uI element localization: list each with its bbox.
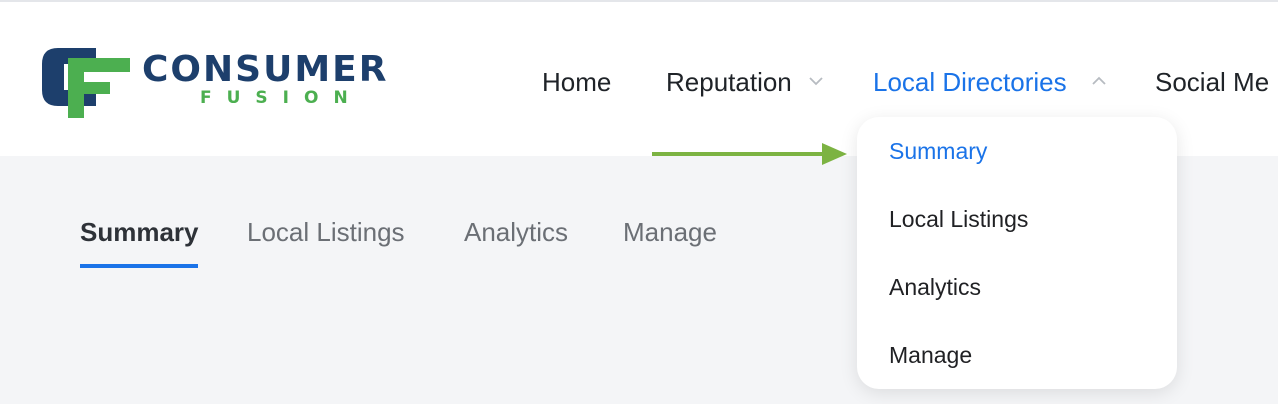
- logo-wordmark-fusion: FUSION: [200, 88, 363, 108]
- tab-label: Analytics: [464, 217, 569, 247]
- tab-analytics[interactable]: Analytics: [464, 212, 568, 252]
- chevron-down-icon: [809, 77, 823, 86]
- tab-summary[interactable]: Summary: [80, 212, 199, 252]
- arrow-right-icon: [652, 143, 847, 165]
- local-directories-dropdown-menu: Summary Local Listings Analytics Manage: [857, 117, 1177, 389]
- nav-item-label: Reputation: [666, 67, 792, 97]
- dropdown-item-label: Local Listings: [889, 206, 1029, 232]
- chevron-up-icon: [1092, 76, 1106, 85]
- nav-item-reputation[interactable]: Reputation: [666, 62, 823, 102]
- tab-label: Summary: [80, 217, 199, 247]
- dropdown-item-manage[interactable]: Manage: [889, 337, 972, 373]
- tab-label: Local Listings: [247, 217, 405, 247]
- nav-item-label: Social Me: [1155, 67, 1270, 97]
- tab-manage[interactable]: Manage: [623, 212, 717, 252]
- nav-item-label: Home: [542, 67, 612, 97]
- nav-item-local-directories[interactable]: Local Directories: [873, 62, 1106, 102]
- tab-local-listings[interactable]: Local Listings: [247, 212, 405, 252]
- logo-wordmark-consumer: CONSUMER: [142, 49, 389, 90]
- dropdown-item-label: Manage: [889, 342, 973, 368]
- dropdown-item-local-listings[interactable]: Local Listings: [889, 201, 1028, 237]
- dropdown-item-summary[interactable]: Summary: [889, 133, 987, 169]
- nav-item-home[interactable]: Home: [542, 62, 611, 102]
- nav-item-social-media[interactable]: Social Me: [1155, 62, 1269, 102]
- tab-label: Manage: [623, 217, 717, 247]
- dropdown-item-analytics[interactable]: Analytics: [889, 269, 981, 305]
- cf-logo-icon: [42, 48, 130, 118]
- active-tab-indicator: [80, 264, 198, 268]
- dropdown-item-label: Analytics: [889, 274, 982, 300]
- consumer-fusion-logo[interactable]: CONSUMER FUSION: [40, 44, 460, 120]
- nav-item-label: Local Directories: [873, 67, 1067, 97]
- dropdown-item-label: Summary: [889, 138, 988, 164]
